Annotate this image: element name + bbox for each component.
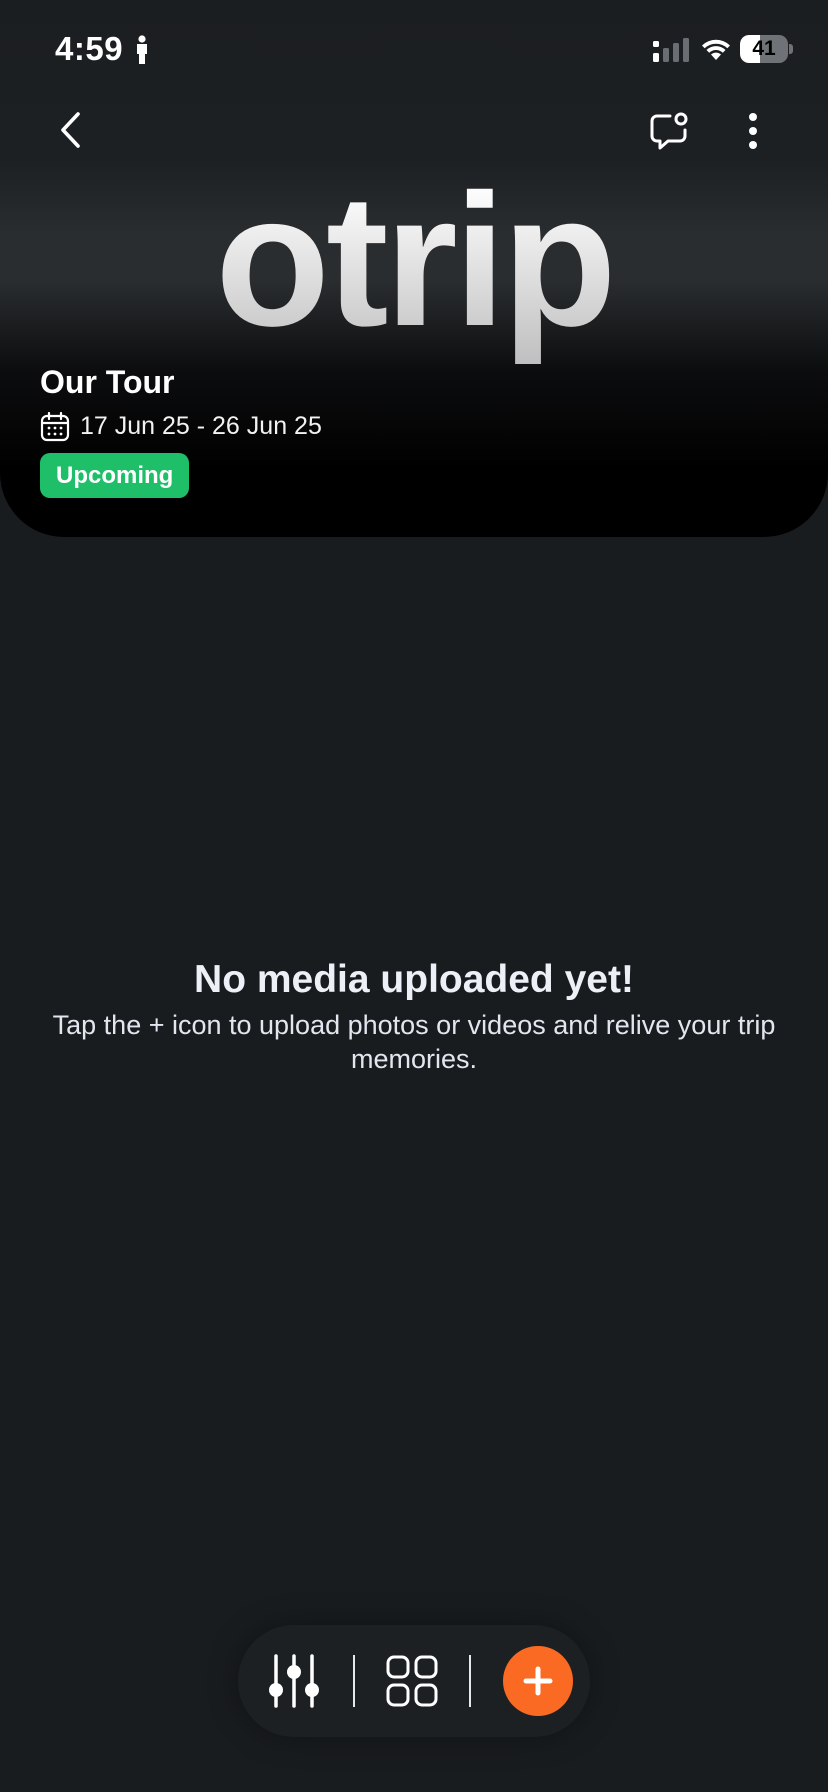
trip-header-card: 4:59 41 otrip Our Tour 17 Jun 25 - 26 Ju… bbox=[0, 0, 828, 537]
more-vertical-icon bbox=[749, 113, 757, 149]
person-icon bbox=[137, 35, 147, 64]
cellular-signal-icon bbox=[653, 38, 689, 62]
sliders-icon bbox=[269, 1654, 319, 1708]
status-bar: 4:59 41 bbox=[0, 0, 828, 100]
toolbar-divider bbox=[353, 1655, 355, 1707]
more-options-button[interactable] bbox=[738, 110, 768, 152]
trip-screen: 4:59 41 otrip Our Tour 17 Jun 25 - 26 Ju… bbox=[0, 0, 828, 1792]
empty-state-title: No media uploaded yet! bbox=[194, 958, 634, 1001]
back-button[interactable] bbox=[50, 108, 94, 152]
filter-button[interactable] bbox=[268, 1654, 320, 1708]
calendar-icon bbox=[40, 412, 70, 442]
grid-view-button[interactable] bbox=[386, 1655, 438, 1707]
toolbar-divider bbox=[469, 1655, 471, 1707]
trip-title: Our Tour bbox=[40, 364, 175, 400]
chevron-left-icon bbox=[61, 112, 80, 148]
wifi-icon bbox=[702, 39, 730, 60]
grid-icon bbox=[386, 1655, 438, 1707]
add-media-button[interactable] bbox=[503, 1646, 573, 1716]
chat-notification-icon bbox=[650, 112, 688, 150]
media-toolbar bbox=[238, 1625, 590, 1737]
battery-level: 41 bbox=[752, 37, 776, 60]
trip-status-badge: Upcoming bbox=[40, 453, 190, 498]
brand-logo: otrip bbox=[0, 150, 828, 370]
battery-indicator: 41 bbox=[740, 35, 793, 63]
trip-date-range: 17 Jun 25 - 26 Jun 25 bbox=[80, 412, 322, 440]
empty-state-description: Tap the + icon to upload photos or video… bbox=[52, 1010, 776, 1074]
status-time: 4:59 bbox=[55, 30, 124, 67]
plus-icon bbox=[523, 1666, 553, 1696]
chat-button[interactable] bbox=[648, 110, 690, 152]
